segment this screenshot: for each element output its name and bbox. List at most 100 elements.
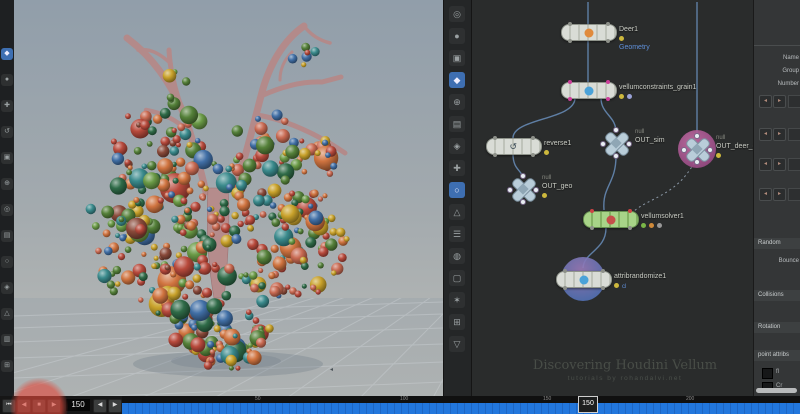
timeline-tick-200: 200 <box>686 396 694 402</box>
node-reverse-label: reverse1 <box>544 140 571 147</box>
measure-tool-icon[interactable]: △ <box>1 308 13 320</box>
outdeer-type-label: null <box>716 135 725 141</box>
rotate-tool-icon[interactable]: ↺ <box>1 126 13 138</box>
node-outsim-label: OUT_sim <box>635 137 665 144</box>
node-outgeo-badges <box>542 193 550 200</box>
handle-tool-icon[interactable]: ⊕ <box>1 178 13 190</box>
shade-mode-icon[interactable]: ● <box>449 28 465 44</box>
outgeo-type-label: null <box>542 175 551 181</box>
param-field-1[interactable] <box>788 128 800 141</box>
node-display[interactable] <box>556 271 612 288</box>
playbar: ⏮◀■▶ 150 ◀▶ 50100150200 150 <box>0 396 800 414</box>
node-display-label: attribrandomize1 <box>614 273 666 280</box>
display-options-icon[interactable]: ⊞ <box>449 314 465 330</box>
param-field-0[interactable] <box>788 95 800 108</box>
parameter-pane: NameGroupNumber◂ ▸ ◂ ▸ ◂ ▸ ◂ ▸ RandomCol… <box>753 0 800 396</box>
snap-grid-icon[interactable]: ◆ <box>449 72 465 88</box>
view-tool-icon[interactable]: ● <box>1 74 13 86</box>
timeline[interactable]: 50 100 150 200 150 <box>122 396 800 414</box>
node-outdeer-label: OUT_deer_geo <box>716 143 753 150</box>
display-icon <box>580 275 589 284</box>
normals-display-icon[interactable]: △ <box>449 204 465 220</box>
step-back-button[interactable]: ◀ <box>17 399 31 413</box>
param-divider <box>754 45 800 46</box>
timeline-tick-100: 100 <box>400 396 408 402</box>
param-dec-button-2[interactable]: ◂ <box>759 158 772 171</box>
camera-icon[interactable]: ▢ <box>449 270 465 286</box>
extra-tool-icon[interactable]: ⊞ <box>1 360 13 372</box>
jump-end-button[interactable]: ▶ <box>108 399 122 413</box>
play-button[interactable]: ▶ <box>47 399 61 413</box>
node-deer-comment: Geometry <box>619 44 650 51</box>
handles-icon[interactable]: ▽ <box>449 336 465 352</box>
visualizer-icon[interactable]: ◍ <box>449 248 465 264</box>
param-checkbox-0[interactable] <box>762 368 773 379</box>
misc-tool-icon[interactable]: ▥ <box>1 334 13 346</box>
scene-viewport[interactable]: ◂ <box>14 0 443 396</box>
sculpt-tool-icon[interactable]: ◈ <box>1 282 13 294</box>
snap-tool-icon[interactable]: ◎ <box>1 204 13 216</box>
paint-tool-icon[interactable]: ▤ <box>1 230 13 242</box>
param-section-3: point attribs <box>754 350 800 361</box>
timeline-ruler: 50 100 150 200 <box>122 396 800 403</box>
houdini-window: { "watermark": { "title": "Discovering H… <box>0 0 800 414</box>
points-display-icon[interactable]: ○ <box>449 182 465 198</box>
node-reverse[interactable]: ↺ <box>486 138 542 155</box>
viewport-toolbar: ◎ ● ▣ ◆ ⊕ ▤ ◈ ✚ ○ △ ☰ ◍ ▢ ✶ ⊞ ▽ <box>443 0 472 396</box>
node-grain-label: vellumconstraints_grain1 <box>619 84 696 91</box>
step-forward-button[interactable]: ◀ <box>93 399 107 413</box>
node-deer[interactable] <box>561 24 617 41</box>
timeline-track[interactable] <box>122 403 800 414</box>
stop-button[interactable]: ■ <box>32 399 46 413</box>
origin-marker: ◂ <box>330 366 333 373</box>
viewport-canvas <box>14 0 443 396</box>
param-dec-button-3[interactable]: ◂ <box>759 188 772 201</box>
node-outdeer-badges <box>716 153 724 160</box>
construction-plane-icon[interactable]: ▤ <box>449 116 465 132</box>
param-inc-button-1[interactable]: ▸ <box>773 128 786 141</box>
light-icon[interactable]: ✶ <box>449 292 465 308</box>
param-dec-button-1[interactable]: ◂ <box>759 128 772 141</box>
jump-start-button[interactable]: ⏮ <box>2 399 16 413</box>
param-inc-button-0[interactable]: ▸ <box>773 95 786 108</box>
group-list-icon[interactable]: ☰ <box>449 226 465 242</box>
node-solver[interactable] <box>583 211 639 228</box>
node-grain-badges <box>619 94 635 101</box>
node-solver-badges <box>641 223 665 230</box>
param-hscrollbar[interactable] <box>756 388 797 393</box>
grain-icon <box>585 86 594 95</box>
param-label-bounce: Bounce <box>779 258 799 264</box>
pose-tool-icon[interactable]: ○ <box>1 256 13 268</box>
current-frame-field[interactable]: 150 <box>66 399 90 411</box>
playhead[interactable]: 150 <box>578 396 598 413</box>
wireframe-icon[interactable]: ▣ <box>449 50 465 66</box>
param-field-3[interactable] <box>788 188 800 201</box>
param-section-0: Random <box>754 238 800 249</box>
scale-tool-icon[interactable]: ▣ <box>1 152 13 164</box>
network-editor[interactable]: Deer1Geometryvellumconstraints_grain1↺re… <box>470 0 753 396</box>
select-mode-icon[interactable]: ◈ <box>449 138 465 154</box>
node-outdeer[interactable] <box>682 134 712 164</box>
node-outgeo[interactable] <box>508 174 538 204</box>
param-field-2[interactable] <box>788 158 800 171</box>
timeline-tick-50: 50 <box>255 396 261 402</box>
node-outsim[interactable] <box>601 128 631 158</box>
param-inc-button-2[interactable]: ▸ <box>773 158 786 171</box>
node-deer-badges <box>619 36 627 43</box>
secure-select-icon[interactable]: ✚ <box>449 160 465 176</box>
snap-point-icon[interactable]: ⊕ <box>449 94 465 110</box>
param-inc-button-3[interactable]: ▸ <box>773 188 786 201</box>
timeline-tick-150: 150 <box>543 396 551 402</box>
deer-icon <box>585 28 594 37</box>
select-tool-icon[interactable]: ◆ <box>1 48 13 60</box>
wire-7 <box>633 163 694 212</box>
param-section-2: Rotation <box>754 322 800 333</box>
node-display-badges: cl <box>614 283 626 290</box>
solver-icon <box>607 215 616 224</box>
node-grain[interactable] <box>561 82 617 99</box>
param-dec-button-0[interactable]: ◂ <box>759 95 772 108</box>
node-reverse-badges <box>544 150 552 157</box>
left-tool-shelf: ◆ ● ✚ ↺ ▣ ⊕ ◎ ▤ ○ ◈ △ ▥ ⊞ <box>0 0 14 396</box>
persp-view-icon[interactable]: ◎ <box>449 6 465 22</box>
move-tool-icon[interactable]: ✚ <box>1 100 13 112</box>
